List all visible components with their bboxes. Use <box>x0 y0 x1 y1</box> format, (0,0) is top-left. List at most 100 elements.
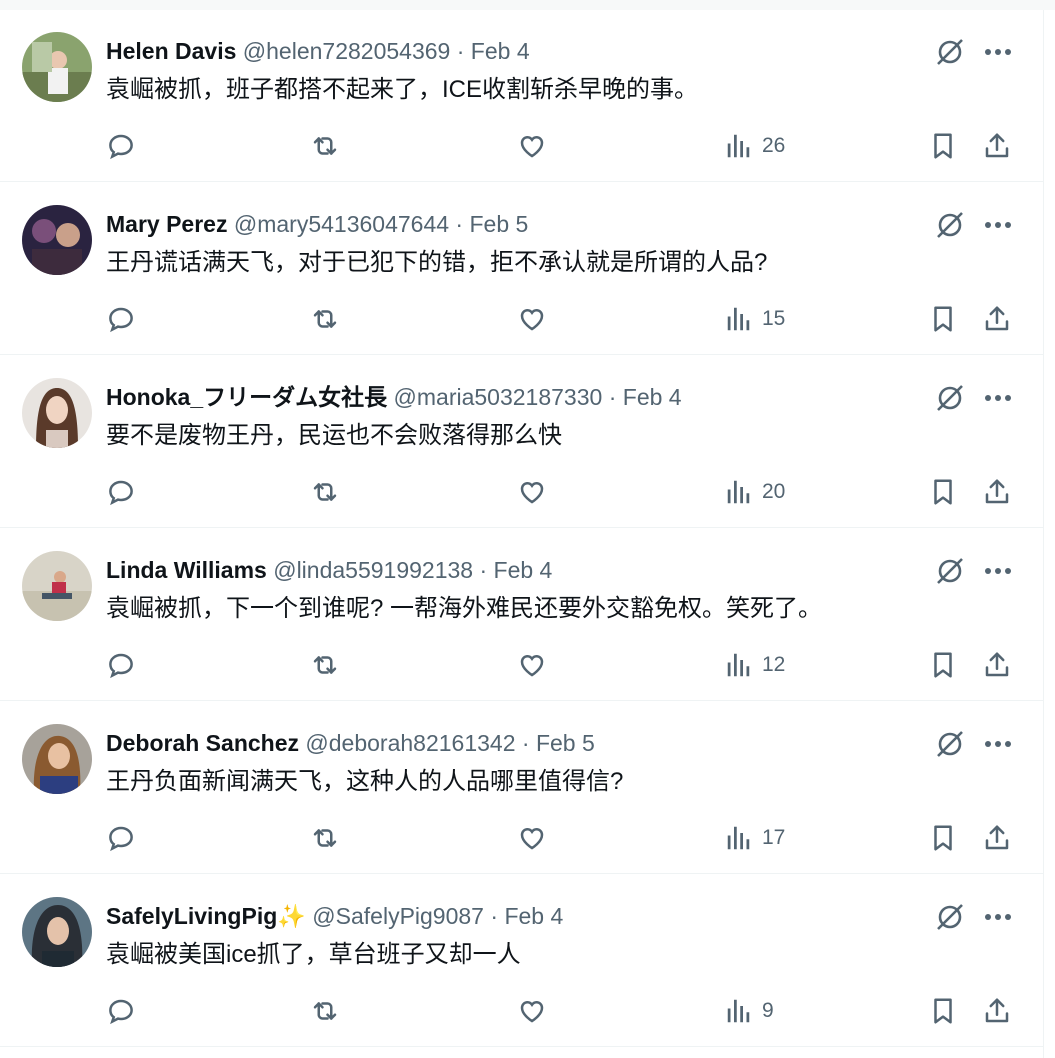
views-button[interactable]: 26 <box>724 128 785 164</box>
heart-icon <box>520 481 544 504</box>
share-icon <box>985 825 1009 850</box>
grok-icon[interactable] <box>932 207 968 243</box>
reply-button[interactable] <box>106 474 136 510</box>
bookmark-button[interactable] <box>928 820 958 856</box>
author-handle[interactable]: @linda5591992138 <box>273 557 473 583</box>
like-button[interactable] <box>517 993 547 1029</box>
share-button[interactable] <box>982 301 1012 337</box>
more-icon[interactable] <box>980 899 1016 935</box>
views-count: 12 <box>762 653 786 676</box>
bookmark-button[interactable] <box>928 128 958 164</box>
author-name[interactable]: SafelyLivingPig✨ <box>106 903 306 929</box>
author-handle[interactable]: @helen7282054369 <box>243 38 451 64</box>
post-date[interactable]: Feb 4 <box>494 557 553 583</box>
like-button[interactable] <box>517 647 547 683</box>
repost-button[interactable] <box>310 128 340 164</box>
post-date[interactable]: Feb 5 <box>536 730 595 756</box>
action-bar: 17 <box>0 820 1043 856</box>
views-button[interactable]: 9 <box>724 993 774 1029</box>
grok-icon[interactable] <box>932 553 968 589</box>
views-icon <box>727 134 750 158</box>
bookmark-icon <box>934 306 952 332</box>
author-name[interactable]: Deborah Sanchez <box>106 730 299 756</box>
share-button[interactable] <box>982 820 1012 856</box>
post[interactable]: Mary Perez @mary54136047644 · Feb 5 王丹谎话… <box>0 183 1043 355</box>
more-icon[interactable] <box>980 726 1016 762</box>
avatar[interactable] <box>22 551 92 621</box>
avatar[interactable] <box>22 205 92 275</box>
share-button[interactable] <box>982 128 1012 164</box>
author-handle[interactable]: @mary54136047644 <box>234 211 449 237</box>
author-handle[interactable]: @maria5032187330 <box>394 384 603 410</box>
avatar[interactable] <box>22 32 92 102</box>
share-icon <box>985 652 1009 677</box>
post-text: 王丹谎话满天飞，对于已犯下的错，拒不承认就是所谓的人品? <box>106 249 768 276</box>
repost-button[interactable] <box>310 474 340 510</box>
post[interactable]: Helen Davis @helen7282054369 · Feb 4 袁崛被… <box>0 10 1043 182</box>
bookmark-button[interactable] <box>928 647 958 683</box>
repost-button[interactable] <box>310 820 340 856</box>
timeline: Helen Davis @helen7282054369 · Feb 4 袁崛被… <box>0 10 1044 1058</box>
author-name[interactable]: Honoka_フリーダム女社長 <box>106 384 387 410</box>
bookmark-button[interactable] <box>928 474 958 510</box>
views-button[interactable]: 12 <box>724 647 785 683</box>
bookmark-button[interactable] <box>928 993 958 1029</box>
post-date[interactable]: Feb 4 <box>471 38 530 64</box>
author-handle[interactable]: @SafelyPig9087 <box>312 903 484 929</box>
reply-icon <box>109 653 133 679</box>
post-date[interactable]: Feb 5 <box>469 211 528 237</box>
separator-dot: · <box>479 557 488 583</box>
like-button[interactable] <box>517 474 547 510</box>
grok-icon[interactable] <box>932 34 968 70</box>
bookmark-icon <box>934 479 952 505</box>
top-strip <box>0 0 1055 10</box>
reply-button[interactable] <box>106 993 136 1029</box>
post[interactable]: Deborah Sanchez @deborah82161342 · Feb 5… <box>0 702 1043 874</box>
repost-icon <box>313 1002 337 1020</box>
reply-button[interactable] <box>106 128 136 164</box>
post-text: 要不是废物王丹，民运也不会败落得那么快 <box>106 422 562 449</box>
repost-button[interactable] <box>310 301 340 337</box>
author-name[interactable]: Helen Davis <box>106 38 236 64</box>
post[interactable]: SafelyLivingPig✨ @SafelyPig9087 · Feb 4 … <box>0 875 1043 1047</box>
views-icon <box>727 826 750 850</box>
avatar[interactable] <box>22 724 92 794</box>
avatar[interactable] <box>22 378 92 448</box>
post[interactable]: Honoka_フリーダム女社長 @maria5032187330 · Feb 4… <box>0 356 1043 528</box>
separator-dot: · <box>521 730 530 756</box>
repost-button[interactable] <box>310 993 340 1029</box>
reply-button[interactable] <box>106 301 136 337</box>
more-icon[interactable] <box>980 380 1016 416</box>
more-icon[interactable] <box>980 207 1016 243</box>
post-text: 王丹负面新闻满天飞，这种人的人品哪里值得信? <box>106 768 624 795</box>
views-button[interactable]: 15 <box>724 301 785 337</box>
author-name[interactable]: Linda Williams <box>106 557 267 583</box>
share-button[interactable] <box>982 647 1012 683</box>
avatar[interactable] <box>22 897 92 967</box>
share-icon <box>985 479 1009 504</box>
share-button[interactable] <box>982 474 1012 510</box>
more-icon[interactable] <box>980 553 1016 589</box>
share-button[interactable] <box>982 993 1012 1029</box>
like-button[interactable] <box>517 128 547 164</box>
author-handle[interactable]: @deborah82161342 <box>305 730 515 756</box>
views-button[interactable]: 20 <box>724 474 785 510</box>
post[interactable]: Linda Williams @linda5591992138 · Feb 4 … <box>0 529 1043 701</box>
like-button[interactable] <box>517 820 547 856</box>
views-count: 15 <box>762 307 786 330</box>
more-icon[interactable] <box>980 34 1016 70</box>
views-button[interactable]: 17 <box>724 820 785 856</box>
like-button[interactable] <box>517 301 547 337</box>
post-date[interactable]: Feb 4 <box>623 384 682 410</box>
grok-icon[interactable] <box>932 899 968 935</box>
action-bar: 15 <box>0 301 1043 337</box>
repost-button[interactable] <box>310 647 340 683</box>
bookmark-button[interactable] <box>928 301 958 337</box>
post-date[interactable]: Feb 4 <box>504 903 563 929</box>
grok-icon[interactable] <box>932 726 968 762</box>
reply-button[interactable] <box>106 647 136 683</box>
reply-button[interactable] <box>106 820 136 856</box>
grok-icon[interactable] <box>932 380 968 416</box>
author-name[interactable]: Mary Perez <box>106 211 227 237</box>
views-count: 26 <box>762 134 786 157</box>
